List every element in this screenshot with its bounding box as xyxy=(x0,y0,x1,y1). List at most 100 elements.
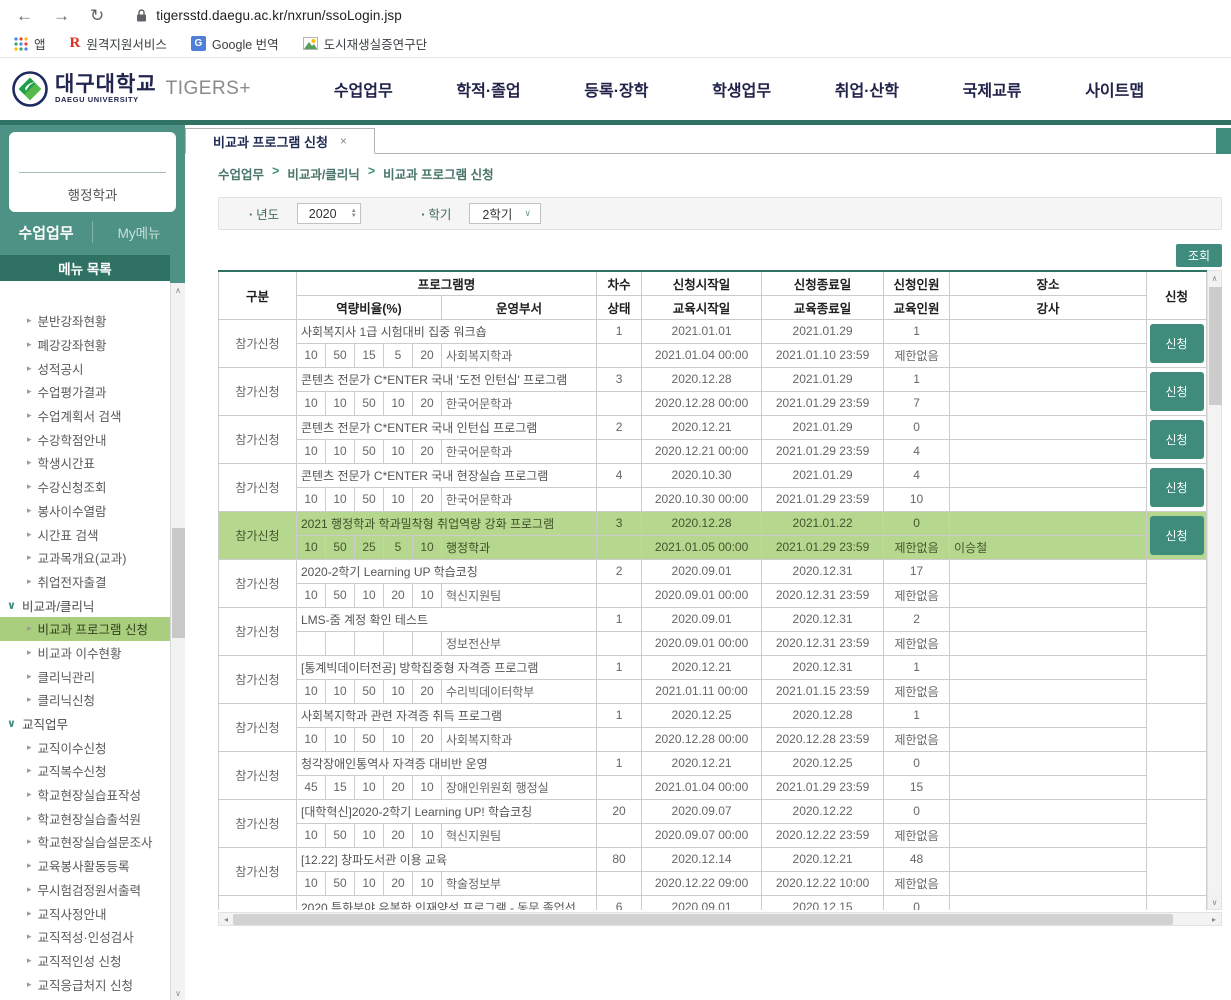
sidebar-item[interactable]: ▸봉사이수열람 xyxy=(0,499,170,523)
scroll-up-icon[interactable]: ∧ xyxy=(171,283,185,297)
sidebar-item[interactable]: ▸학생시간표 xyxy=(0,451,170,475)
nav-item[interactable]: 수업업무 xyxy=(334,77,393,101)
cell-order: 3 xyxy=(597,367,642,391)
triangle-right-icon: ▸ xyxy=(27,552,32,563)
sidebar-item[interactable]: ▸취업전자출결 xyxy=(0,570,170,594)
sidebar-item[interactable]: ▸수업계획서 검색 xyxy=(0,404,170,428)
cell-ratio: 5 xyxy=(384,343,413,367)
university-logo[interactable]: 대구대학교 DAEGU UNIVERSITY TIGERS+ xyxy=(12,71,267,107)
sidebar-item-label: 교직적성·인성검사 xyxy=(38,927,134,946)
cell-instructor xyxy=(950,631,1147,655)
sidebar-item[interactable]: ▸폐강강좌현황 xyxy=(0,333,170,357)
sidebar-item[interactable]: ▸교직복수신청 xyxy=(0,759,170,783)
nav-item[interactable]: 취업·산학 xyxy=(835,77,899,101)
bookmark-item[interactable]: R원격지원서비스 xyxy=(70,34,167,53)
sidebar-item[interactable]: ▸교직사정안내 xyxy=(0,901,170,925)
sidebar-item[interactable]: ∨비교과/클리닉 xyxy=(0,593,170,617)
sidebar-item[interactable]: ▸클리닉신청 xyxy=(0,688,170,712)
sidebar-item[interactable]: ▸클리닉관리 xyxy=(0,664,170,688)
breadcrumb-item[interactable]: 수업업무 xyxy=(218,164,264,183)
cell-edu-end: 2021.01.29 23:59 xyxy=(762,391,884,415)
year-input[interactable]: 2020 ▲▼ xyxy=(297,203,361,224)
triangle-right-icon: ▸ xyxy=(27,647,32,658)
cell-category: 참가신청 xyxy=(219,511,297,559)
sidebar-tabs: 수업업무 My메뉴 xyxy=(0,212,185,252)
nav-item[interactable]: 국제교류 xyxy=(963,77,1022,101)
cell-ratio xyxy=(355,631,384,655)
breadcrumb-item[interactable]: 비교과 프로그램 신청 xyxy=(383,164,493,183)
sidebar-item[interactable]: ▸수강신청조회 xyxy=(0,475,170,499)
sidebar-item[interactable]: ▸교직이수신청 xyxy=(0,735,170,759)
forward-icon[interactable]: → xyxy=(53,7,70,24)
triangle-right-icon: ▸ xyxy=(27,908,32,919)
sidebar-item[interactable]: ▸분반강좌현황 xyxy=(0,309,170,333)
tab-close-icon[interactable]: × xyxy=(340,134,347,148)
sidebar-item-label: 시간표 검색 xyxy=(38,525,99,544)
sidebar-item[interactable]: ▸교육봉사활동등록 xyxy=(0,854,170,878)
table-scroll-thumb[interactable] xyxy=(1209,287,1222,405)
sidebar-item[interactable]: ▸교직적인성 신청 xyxy=(0,949,170,973)
sidebar-item[interactable]: ▸수강학점안내 xyxy=(0,427,170,451)
reload-icon[interactable]: ↻ xyxy=(90,7,104,24)
cell-category: 참가신청 xyxy=(219,655,297,703)
apply-button[interactable]: 신청 xyxy=(1150,324,1204,363)
sidebar-tab-mymenu[interactable]: My메뉴 xyxy=(93,222,185,242)
bookmark-label: 도시재생실증연구단 xyxy=(324,34,428,53)
program-row: 참가신청LMS-줌 계정 확인 테스트12020.09.012020.12.31… xyxy=(219,607,1207,631)
nav-item[interactable]: 사이트맵 xyxy=(1085,77,1144,101)
search-button[interactable]: 조회 xyxy=(1176,244,1222,267)
program-row: 참가신청[통계빅데이터전공] 방학집중형 자격증 프로그램12020.12.21… xyxy=(219,655,1207,679)
cell-place xyxy=(950,607,1147,631)
sidebar-scroll-thumb[interactable] xyxy=(172,528,185,638)
breadcrumb-item[interactable]: 비교과/클리닉 xyxy=(287,164,359,183)
cell-dept: 한국어문학과 xyxy=(442,439,597,463)
cell-ratio: 50 xyxy=(355,487,384,511)
cell-place xyxy=(950,463,1147,487)
sidebar-tab-lecture[interactable]: 수업업무 xyxy=(0,222,92,243)
tab-program-apply[interactable]: 비교과 프로그램 신청 × xyxy=(185,128,375,154)
address-bar[interactable]: tigersstd.daegu.ac.kr/nxrun/ssoLogin.jsp xyxy=(136,8,402,23)
nav-item[interactable]: 학생업무 xyxy=(712,77,771,101)
sidebar-item[interactable]: ▸시간표 검색 xyxy=(0,522,170,546)
bookmark-item[interactable]: GGoogle 번역 xyxy=(191,34,279,53)
scroll-right-icon[interactable]: ▸ xyxy=(1207,915,1221,924)
header-apply-start: 신청시작일 xyxy=(642,271,762,295)
sidebar-item[interactable]: ∨교직업무 xyxy=(0,712,170,736)
sidebar-item[interactable]: ▸교직적성·인성검사 xyxy=(0,925,170,949)
sidebar-item[interactable]: ▸학교현장실습표작성 xyxy=(0,783,170,807)
sidebar-item[interactable]: ▸비교과 이수현황 xyxy=(0,641,170,665)
table-vertical-scrollbar[interactable]: ∧ ∨ xyxy=(1207,270,1222,910)
term-select[interactable]: 2학기 ∨ xyxy=(469,203,541,224)
apply-button[interactable]: 신청 xyxy=(1150,420,1204,459)
bookmark-item[interactable]: 앱 xyxy=(14,34,46,53)
cell-order: 80 xyxy=(597,847,642,871)
cell-ratio: 10 xyxy=(384,487,413,511)
sidebar-item[interactable]: ▸수업평가결과 xyxy=(0,380,170,404)
sidebar-item[interactable]: ▸학교현장실습설문조사 xyxy=(0,830,170,854)
sidebar-item[interactable]: ▸교과목개요(교과) xyxy=(0,546,170,570)
apply-button[interactable]: 신청 xyxy=(1150,516,1204,555)
scroll-down-icon[interactable]: ∨ xyxy=(1208,895,1221,909)
apply-button[interactable]: 신청 xyxy=(1150,468,1204,507)
bookmark-item[interactable]: 도시재생실증연구단 xyxy=(303,34,428,53)
scroll-up-icon[interactable]: ∧ xyxy=(1208,271,1221,285)
scroll-down-icon[interactable]: ∨ xyxy=(171,986,185,1000)
nav-item[interactable]: 등록·장학 xyxy=(584,77,648,101)
scroll-left-icon[interactable]: ◂ xyxy=(219,915,233,924)
horizontal-scroll-thumb[interactable] xyxy=(233,914,1173,925)
cell-status xyxy=(597,487,642,511)
cell-program-name: [대학혁신]2020-2학기 Learning UP! 학습코칭 xyxy=(297,799,597,823)
sidebar-item[interactable]: ▸학교현장실습출석원 xyxy=(0,806,170,830)
apply-button[interactable]: 신청 xyxy=(1150,372,1204,411)
cell-category: 참가신청 xyxy=(219,319,297,367)
spinner-arrows-icon[interactable]: ▲▼ xyxy=(347,209,360,219)
back-icon[interactable]: ← xyxy=(16,7,33,24)
triangle-right-icon: ▸ xyxy=(27,979,32,990)
sidebar-item[interactable]: ▸성적공시 xyxy=(0,356,170,380)
sidebar-item[interactable]: ▸비교과 프로그램 신청 xyxy=(0,617,170,641)
nav-item[interactable]: 학적·졸업 xyxy=(456,77,520,101)
sidebar-scrollbar[interactable]: ∧ ∨ xyxy=(170,283,185,1000)
sidebar-item[interactable]: ▸무시험검정원서출력 xyxy=(0,878,170,902)
table-horizontal-scrollbar[interactable]: ◂ ▸ xyxy=(218,912,1222,926)
sidebar-item[interactable]: ▸교직응급처지 신청 xyxy=(0,972,170,996)
